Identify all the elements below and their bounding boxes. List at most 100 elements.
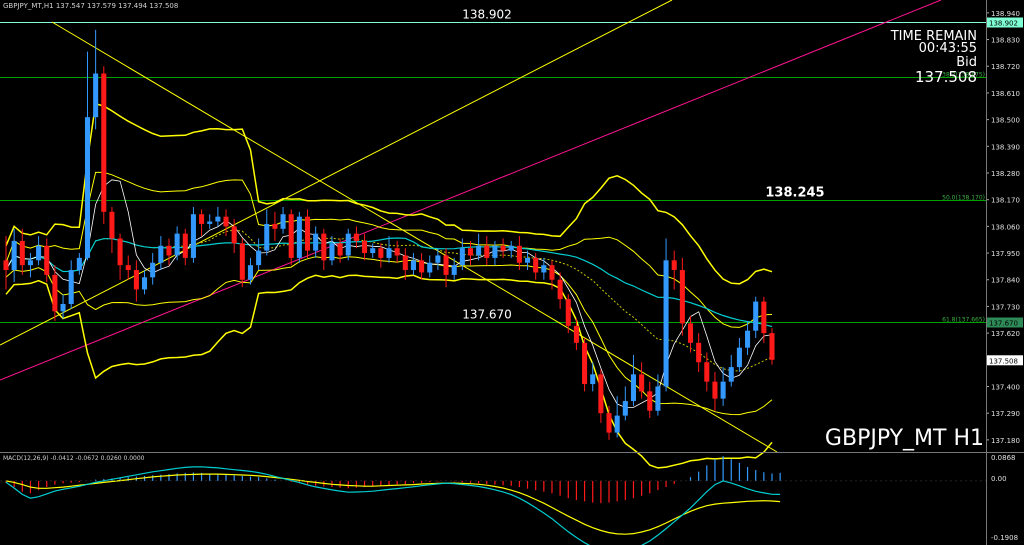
candle-body [410, 260, 416, 271]
chart-header: GBPJPY_MT,H1 137.547 137.579 137.494 137… [3, 2, 179, 10]
candle-body [101, 73, 107, 212]
macd-tick-label: 0.0868 [991, 454, 1016, 462]
level-label: 138.245 [765, 186, 824, 201]
candle-body [630, 374, 636, 402]
candle-body [280, 214, 286, 229]
candle-body [761, 301, 767, 334]
candle-body [476, 245, 482, 256]
macd-signal-line [5, 473, 781, 535]
candle-body [394, 248, 400, 256]
candle-body [3, 260, 9, 271]
time-remain-value: 00:43:55 [918, 41, 977, 56]
candle-body [52, 274, 58, 312]
price-tick-label: 138.720 [991, 63, 1020, 71]
candle-body [402, 255, 408, 271]
candle-body [207, 221, 213, 224]
candle-body [606, 413, 612, 433]
candle-body [459, 248, 465, 266]
bid-value: 137.508 [914, 68, 977, 86]
candle-body [256, 250, 262, 266]
candle-body [329, 243, 335, 261]
candle-body [44, 245, 50, 275]
candle-body [353, 233, 359, 241]
candle-body [76, 257, 82, 271]
price-tick-label: 137.950 [991, 250, 1020, 258]
candle-body [231, 226, 237, 244]
candle-body [125, 265, 131, 271]
candle-body [647, 391, 653, 411]
candle-body [345, 233, 351, 256]
candle-body [753, 301, 759, 331]
candle-body [679, 270, 685, 324]
candle-body [362, 240, 368, 254]
candle-body [663, 260, 669, 387]
candle-body [60, 304, 66, 312]
candle-body [27, 260, 33, 266]
fib-label: 50.0(138.170) [942, 195, 985, 202]
candle-body [84, 117, 91, 258]
candle-body [166, 245, 172, 256]
candle-body [337, 243, 343, 256]
candle-body [174, 233, 180, 256]
candle-body [264, 223, 270, 251]
candle-body [386, 248, 392, 258]
candle-body [296, 216, 302, 258]
macd-tick-label: 0.00 [991, 475, 1007, 483]
price-tick-label: 138.170 [991, 197, 1020, 205]
candle-body [500, 245, 506, 251]
current-price-text: 137.508 [989, 357, 1018, 365]
candle-body [687, 323, 694, 343]
candle-body [484, 245, 490, 258]
fib-label: 61.8(137.665) [942, 317, 985, 324]
candle-body [712, 381, 718, 399]
chart-canvas: 138.90238.2(138.675)138.245 50.0(138.170)… [0, 0, 1024, 545]
price-tick-label: 138.830 [991, 37, 1020, 45]
candle-body [182, 233, 188, 258]
candle-body [239, 243, 245, 280]
candle-body [435, 255, 441, 263]
candle-body [19, 240, 25, 266]
candle-body [142, 277, 148, 290]
candle-body [549, 265, 555, 280]
candle-body [451, 265, 457, 275]
candle-body [736, 347, 742, 368]
price-tick-label: 138.280 [991, 170, 1020, 178]
candle-body [247, 265, 253, 280]
candle-body [443, 255, 449, 275]
bollinger-lower [5, 274, 773, 469]
candle-body [288, 214, 294, 258]
price-tick-label: 137.620 [991, 330, 1020, 338]
candle-body [533, 257, 539, 273]
price-tick-label: 138.390 [991, 143, 1020, 151]
candle-body [696, 342, 702, 363]
level-tag-text: 137.670 [989, 320, 1018, 328]
price-tick-label: 137.840 [991, 277, 1020, 285]
price-levels: 138.90238.2(138.675)138.245 50.0(138.170)… [0, 8, 986, 324]
candle-body [622, 401, 628, 416]
candle-body [272, 223, 278, 229]
candle-body [190, 214, 196, 258]
candle-body [427, 262, 433, 273]
candle-body [598, 374, 604, 414]
candle-body [419, 260, 425, 273]
candle-body [769, 333, 775, 360]
candle-body [492, 245, 498, 258]
candle-body [223, 216, 229, 227]
candle-body [117, 238, 123, 266]
macd-pane [0, 456, 986, 545]
candle-body [639, 374, 645, 392]
candle-body [508, 245, 514, 251]
candle-body [614, 415, 620, 433]
candle-body [133, 270, 139, 290]
level-label: 138.902 [462, 8, 512, 22]
candle-body [36, 245, 42, 261]
candle-body [541, 265, 547, 273]
candle-body [704, 362, 710, 382]
candle-body [109, 211, 115, 239]
candle-body [655, 386, 661, 411]
candle-body [573, 325, 579, 343]
candle-body [378, 248, 384, 258]
candle-body [313, 233, 319, 251]
price-tick-label: 138.940 [991, 10, 1020, 18]
price-tick-label: 138.610 [991, 90, 1020, 98]
